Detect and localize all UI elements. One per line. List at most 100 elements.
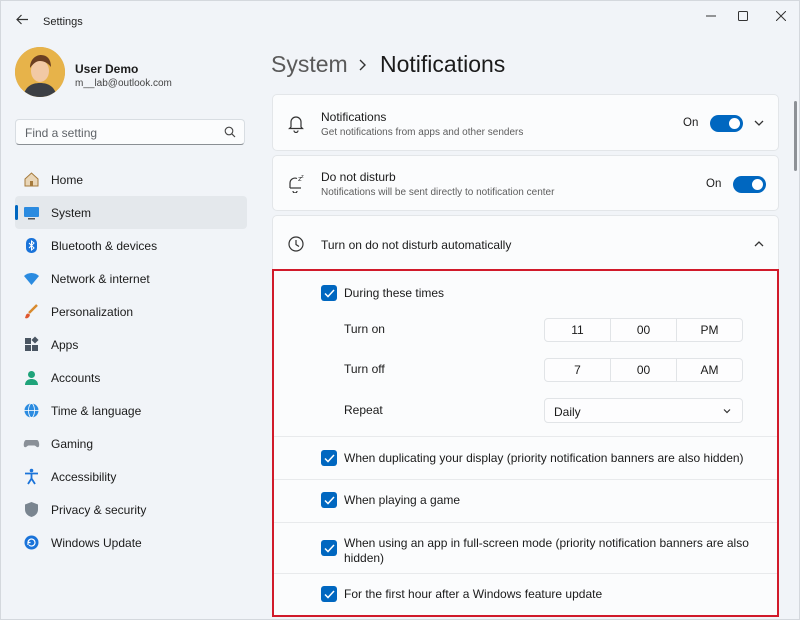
checkmark-icon xyxy=(323,589,335,599)
bell-icon xyxy=(288,116,304,133)
search-placeholder: Find a setting xyxy=(25,126,98,140)
dnd-state: On xyxy=(706,178,722,190)
duplicating-display-label: When duplicating your display (priority … xyxy=(344,451,744,465)
sidebar-item-label: Accounts xyxy=(51,371,101,385)
breadcrumb-parent[interactable]: System xyxy=(271,51,348,78)
sidebar-item-label: Apps xyxy=(51,338,79,352)
turn-on-label: Turn on xyxy=(344,322,385,336)
maximize-icon xyxy=(738,11,748,21)
feature-update-checkbox[interactable] xyxy=(321,586,337,602)
auto-dnd-header[interactable]: Turn on do not disturb automatically xyxy=(272,215,779,271)
account-icon xyxy=(23,369,40,386)
sidebar-item-system[interactable]: System xyxy=(15,196,247,229)
sidebar-item-gaming[interactable]: Gaming xyxy=(15,427,247,460)
sidebar-item-label: Accessibility xyxy=(51,470,117,484)
sidebar-item-accounts[interactable]: Accounts xyxy=(15,361,247,394)
arrow-left-icon xyxy=(15,14,28,24)
notifications-title: Notifications xyxy=(321,110,387,124)
minimize-icon xyxy=(706,15,716,17)
home-icon xyxy=(23,171,40,188)
user-email: m__lab@outlook.com xyxy=(75,78,172,89)
sidebar-item-windows-update[interactable]: Windows Update xyxy=(15,526,247,559)
system-icon xyxy=(23,204,40,221)
notifications-card[interactable]: Notifications Get notifications from app… xyxy=(272,94,779,151)
during-times-label: During these times xyxy=(344,286,445,300)
close-icon xyxy=(776,11,786,21)
update-icon xyxy=(23,534,40,551)
back-button[interactable] xyxy=(11,9,33,29)
apps-icon xyxy=(23,336,40,353)
sidebar-item-network[interactable]: Network & internet xyxy=(15,262,247,295)
sidebar-item-time-language[interactable]: Time & language xyxy=(15,394,247,427)
checkmark-icon xyxy=(323,453,335,463)
user-avatar-icon xyxy=(15,47,65,97)
chevron-down-icon xyxy=(723,409,731,414)
sidebar-item-label: Bluetooth & devices xyxy=(51,239,158,253)
dnd-title: Do not disturb xyxy=(321,170,396,184)
sidebar-item-label: System xyxy=(51,206,92,220)
turn-on-time-picker[interactable]: 11 00 PM xyxy=(544,318,743,342)
divider xyxy=(274,436,777,437)
checkmark-icon xyxy=(323,495,335,505)
turn-on-hour[interactable]: 11 xyxy=(545,319,611,341)
divider xyxy=(274,573,777,574)
turn-off-period[interactable]: AM xyxy=(677,359,742,381)
notifications-toggle[interactable] xyxy=(710,115,743,132)
fullscreen-app-checkbox[interactable] xyxy=(321,540,337,556)
sidebar-nav: Home System Bluetooth & devices Network … xyxy=(15,163,247,559)
dnd-toggle[interactable] xyxy=(733,176,766,193)
scrollbar[interactable] xyxy=(794,101,797,171)
settings-window: Settings User Demo m__lab@outlook.com Fi… xyxy=(0,0,800,620)
sidebar-item-label: Gaming xyxy=(51,437,94,451)
sidebar-item-home[interactable]: Home xyxy=(15,163,247,196)
chevron-up-icon[interactable] xyxy=(753,238,765,250)
sidebar-item-label: Personalization xyxy=(51,305,134,319)
globe-icon xyxy=(23,402,40,419)
title-bar: Settings xyxy=(1,1,800,35)
duplicating-display-checkbox[interactable] xyxy=(321,450,337,466)
checkmark-icon xyxy=(323,543,335,553)
sidebar-item-privacy[interactable]: Privacy & security xyxy=(15,493,247,526)
playing-game-checkbox[interactable] xyxy=(321,492,337,508)
dnd-subtitle: Notifications will be sent directly to n… xyxy=(321,187,555,198)
turn-off-time-picker[interactable]: 7 00 AM xyxy=(544,358,743,382)
during-times-checkbox[interactable] xyxy=(321,285,337,301)
sidebar-item-label: Network & internet xyxy=(51,272,150,286)
divider xyxy=(274,522,777,523)
search-input[interactable]: Find a setting xyxy=(15,119,245,145)
sidebar-item-bluetooth[interactable]: Bluetooth & devices xyxy=(15,229,247,262)
turn-off-minute[interactable]: 00 xyxy=(611,359,677,381)
maximize-button[interactable] xyxy=(727,5,759,27)
avatar[interactable] xyxy=(15,47,65,97)
wifi-icon xyxy=(23,270,40,287)
gamepad-icon xyxy=(23,435,40,452)
minimize-button[interactable] xyxy=(695,5,727,27)
brush-icon xyxy=(23,303,40,320)
page-title: Notifications xyxy=(380,51,506,77)
sidebar-item-apps[interactable]: Apps xyxy=(15,328,247,361)
user-name: User Demo xyxy=(75,62,139,76)
sidebar-item-label: Home xyxy=(51,173,84,187)
do-not-disturb-card: zz Do not disturb Notifications will be … xyxy=(272,155,779,211)
turn-on-minute[interactable]: 00 xyxy=(611,319,677,341)
turn-off-label: Turn off xyxy=(344,362,385,376)
notifications-state: On xyxy=(683,117,699,129)
divider xyxy=(274,479,777,480)
repeat-value: Daily xyxy=(554,405,581,419)
turn-on-period[interactable]: PM xyxy=(677,319,742,341)
repeat-select[interactable]: Daily xyxy=(544,398,743,423)
sidebar-item-label: Time & language xyxy=(51,404,142,418)
auto-dnd-title: Turn on do not disturb automatically xyxy=(321,238,512,252)
bell-snooze-icon: zz xyxy=(289,174,304,193)
auto-dnd-options-panel: During these times Turn on 11 00 PM Turn… xyxy=(272,269,779,617)
sidebar-item-label: Privacy & security xyxy=(51,503,147,517)
close-button[interactable] xyxy=(765,5,797,27)
sidebar-item-personalization[interactable]: Personalization xyxy=(15,295,247,328)
sidebar-item-accessibility[interactable]: Accessibility xyxy=(15,460,247,493)
chevron-right-icon xyxy=(359,59,366,71)
sidebar-item-label: Windows Update xyxy=(51,536,142,550)
notifications-subtitle: Get notifications from apps and other se… xyxy=(321,127,524,138)
shield-icon xyxy=(23,501,40,518)
chevron-down-icon[interactable] xyxy=(753,117,765,129)
turn-off-hour[interactable]: 7 xyxy=(545,359,611,381)
